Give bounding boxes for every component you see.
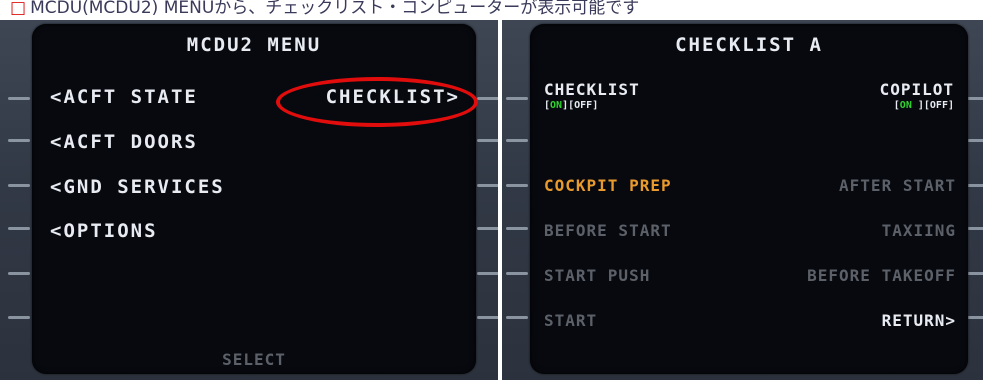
line-select-key-1r[interactable]	[477, 97, 498, 100]
line-select-key-4l[interactable]	[8, 227, 30, 230]
line-select-key-5l[interactable]	[506, 272, 528, 275]
line-select-key-4r[interactable]	[477, 227, 498, 230]
menu-item-acft-doors[interactable]: <ACFT DOORS	[50, 131, 198, 153]
menu-item-gnd-services[interactable]: <GND SERVICES	[50, 176, 225, 198]
return-button[interactable]: RETURN>	[882, 311, 956, 330]
checklist-item-after-start[interactable]: AFTER START	[839, 176, 956, 195]
mcdu-menu-panel: MCDU2 MENU <ACFT STATE <ACFT DOORS <GND …	[0, 20, 498, 380]
line-select-key-4l[interactable]	[506, 227, 528, 230]
checklist-item-before-takeoff[interactable]: BEFORE TAKEOFF	[807, 266, 956, 285]
checklist-off: OFF	[574, 100, 593, 111]
mcdu-menu-screen: MCDU2 MENU <ACFT STATE <ACFT DOORS <GND …	[32, 24, 476, 374]
line-select-key-3l[interactable]	[506, 184, 528, 187]
line-select-key-3l[interactable]	[8, 184, 30, 187]
line-select-key-6r[interactable]	[477, 316, 498, 319]
checklist-item-start-push[interactable]: START PUSH	[544, 266, 650, 285]
checklist-item-start[interactable]: START	[544, 311, 597, 330]
line-select-key-1l[interactable]	[8, 97, 30, 100]
copilot-label: COPILOT	[879, 80, 954, 99]
line-select-key-5r[interactable]	[477, 272, 498, 275]
line-select-key-1l[interactable]	[506, 97, 528, 100]
checklist-panel: CHECKLIST A CHECKLIST [ON][OFF] COPILOT …	[502, 20, 983, 380]
page-title: CHECKLIST A	[675, 34, 823, 56]
line-select-key-3r[interactable]	[477, 184, 498, 187]
checklist-item-cockpit-prep[interactable]: COCKPIT PREP	[544, 176, 672, 195]
page-title: MCDU2 MENU	[186, 34, 322, 56]
menu-item-checklist[interactable]: CHECKLIST>	[326, 86, 460, 108]
checklist-item-taxiing[interactable]: TAXIING	[882, 221, 956, 240]
menu-item-acft-state[interactable]: <ACFT STATE	[50, 86, 198, 108]
checklist-toggle[interactable]: [ON][OFF]	[544, 100, 598, 111]
checklist-item-before-start[interactable]: BEFORE START	[544, 221, 672, 240]
caption-text: □ MCDU(MCDU2) MENUから、チェックリスト・コンピューターが表示可能…	[0, 0, 983, 20]
checklist-on: ON	[550, 100, 563, 111]
line-select-key-2l[interactable]	[8, 139, 30, 142]
line-select-key-6l[interactable]	[8, 316, 30, 319]
menu-item-options[interactable]: <OPTIONS	[50, 220, 158, 242]
caption-label: MCDU(MCDU2) MENUから、チェックリスト・コンピューターが表示可能で…	[30, 0, 640, 18]
copilot-toggle[interactable]: [ON ][OFF]	[894, 100, 954, 111]
copilot-off: OFF	[929, 100, 948, 111]
line-select-key-6l[interactable]	[506, 316, 528, 319]
select-label: SELECT	[222, 350, 286, 369]
checklist-label: CHECKLIST	[544, 80, 640, 99]
square-icon: □	[10, 0, 27, 18]
line-select-key-5l[interactable]	[8, 272, 30, 275]
checklist-screen: CHECKLIST A CHECKLIST [ON][OFF] COPILOT …	[530, 24, 968, 374]
copilot-on: ON	[899, 100, 912, 111]
line-select-key-2r[interactable]	[477, 139, 498, 142]
line-select-key-2l[interactable]	[506, 139, 528, 142]
